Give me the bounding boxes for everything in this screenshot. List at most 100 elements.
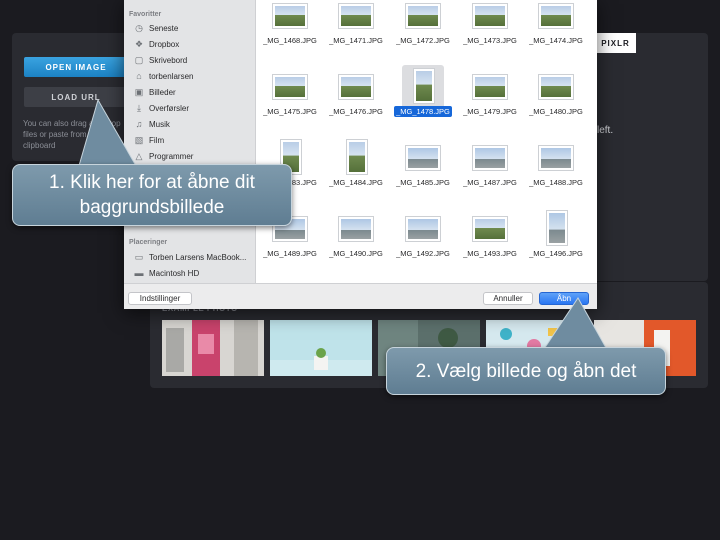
file-item[interactable]: _MG_1485.JPG	[390, 138, 456, 204]
file-name: _MG_1472.JPG	[390, 36, 456, 45]
file-item[interactable]: _MG_1474.JPG	[523, 0, 589, 62]
file-item[interactable]: _MG_1471.JPG	[323, 0, 389, 62]
sidebar-item-programmer[interactable]: △ Programmer	[134, 149, 194, 163]
clock-icon: ◷	[135, 22, 143, 33]
file-name: _MG_1471.JPG	[323, 36, 389, 45]
sidebar-item-macintosh-hd[interactable]: ▬ Macintosh HD	[134, 266, 200, 280]
file-item[interactable]: _MG_1493.JPG	[457, 209, 523, 275]
file-name: _MG_1496.JPG	[523, 249, 589, 258]
sidebar-item-overforsler[interactable]: ⤓ Overførsler	[134, 101, 189, 115]
sidebar-item-billeder[interactable]: ▣ Billeder	[134, 85, 176, 99]
file-name: _MG_1468.JPG	[257, 36, 323, 45]
file-item[interactable]: _MG_1472.JPG	[390, 0, 456, 62]
file-item[interactable]: _MG_1479.JPG	[457, 67, 523, 133]
file-name-text: _MG_1468.JPG	[263, 36, 317, 45]
file-thumbnail	[339, 75, 373, 99]
callout-step-1: 1. Klik her for at åbne dit baggrundsbil…	[12, 164, 292, 226]
load-url-button[interactable]: LOAD URL	[24, 87, 128, 107]
sidebar-item-label: Film	[149, 135, 165, 145]
laptop-icon: ▭	[134, 251, 144, 262]
sidebar-item-label: Torben Larsens MacBook...	[149, 252, 247, 262]
file-name: _MG_1493.JPG	[457, 249, 523, 258]
file-item[interactable]: _MG_1468.JPG	[257, 0, 323, 62]
example-thumb-2[interactable]	[270, 320, 372, 376]
sidebar-item-macbook[interactable]: ▭ Torben Larsens MacBook...	[134, 250, 247, 264]
favorites-heading: Favoritter	[129, 11, 162, 18]
sidebar-item-film[interactable]: ▧ Film	[134, 133, 164, 147]
file-item[interactable]: _MG_1487.JPG	[457, 138, 523, 204]
file-name-text: _MG_1471.JPG	[329, 36, 383, 45]
file-name: _MG_1485.JPG	[390, 178, 456, 187]
open-image-button[interactable]: OPEN IMAGE	[24, 57, 128, 77]
sidebar-item-dropbox[interactable]: ❖ Dropbox	[134, 37, 179, 51]
file-name-text: _MG_1489.JPG	[263, 249, 317, 258]
options-button[interactable]: Indstillinger	[128, 292, 192, 305]
file-thumbnail	[473, 217, 507, 241]
sidebar-item-musik[interactable]: ♫ Musik	[134, 117, 170, 131]
file-grid: _MG_1468.JPG _MG_1471.JPG _MG_1472.JPG _MG_…	[257, 0, 597, 283]
file-item[interactable]: _MG_1488.JPG	[523, 138, 589, 204]
file-thumbnail	[539, 4, 573, 28]
file-item[interactable]: _MG_1476.JPG	[323, 67, 389, 133]
cancel-button[interactable]: Annuller	[483, 292, 533, 305]
file-name: _MG_1492.JPG	[390, 249, 456, 258]
file-name: _MG_1488.JPG	[523, 178, 589, 187]
sidebar-item-label: Seneste	[149, 23, 179, 33]
sidebar-item-label: Dropbox	[149, 39, 180, 49]
file-thumbnail	[414, 69, 434, 103]
dialog-sidebar: Favoritter ◷ Seneste ❖ Dropbox ▢ Skriveb…	[124, 0, 256, 283]
file-item[interactable]: _MG_1484.JPG	[323, 138, 389, 204]
sidebar-item-label: Programmer	[149, 151, 194, 161]
photos-icon: ▣	[134, 86, 144, 97]
pixlr-right-panel	[590, 33, 708, 281]
file-thumbnail	[473, 4, 507, 28]
file-name-text: _MG_1475.JPG	[263, 107, 317, 116]
file-name: _MG_1487.JPG	[457, 178, 523, 187]
sidebar-item-home[interactable]: ⌂ torbenlarsen	[134, 69, 193, 83]
dropbox-icon: ❖	[134, 38, 144, 49]
file-item[interactable]: _MG_1492.JPG	[390, 209, 456, 275]
file-item[interactable]: _MG_1490.JPG	[323, 209, 389, 275]
file-thumbnail	[273, 75, 307, 99]
file-name-text: _MG_1476.JPG	[329, 107, 383, 116]
music-icon: ♫	[135, 119, 143, 129]
file-item[interactable]: _MG_1480.JPG	[523, 67, 589, 133]
file-item[interactable]: _MG_1496.JPG	[523, 209, 589, 275]
file-name-text: _MG_1484.JPG	[329, 178, 383, 187]
sidebar-item-label: Skrivebord	[149, 55, 188, 65]
file-item[interactable]: _MG_1473.JPG	[457, 0, 523, 62]
film-icon: ▧	[134, 134, 144, 145]
places-heading: Placeringer	[129, 239, 168, 246]
file-name-text: _MG_1488.JPG	[529, 178, 583, 187]
file-thumbnail	[539, 146, 573, 170]
file-name-text: _MG_1473.JPG	[463, 36, 517, 45]
file-name: _MG_1476.JPG	[323, 107, 389, 116]
file-name: _MG_1480.JPG	[523, 107, 589, 116]
sidebar-item-label: torbenlarsen	[149, 71, 194, 81]
file-thumbnail	[273, 4, 307, 28]
file-thumbnail	[347, 140, 367, 174]
apps-icon: △	[135, 150, 143, 161]
sidebar-item-seneste[interactable]: ◷ Seneste	[134, 21, 178, 35]
open-button[interactable]: Åbn	[539, 292, 589, 305]
file-thumbnail	[406, 146, 440, 170]
sidebar-item-label: Overførsler	[149, 103, 189, 113]
sidebar-item-skrivebord[interactable]: ▢ Skrivebord	[134, 53, 188, 67]
file-name: _MG_1484.JPG	[323, 178, 389, 187]
file-item[interactable]: _MG_1478.JPG	[390, 65, 456, 133]
download-icon: ⤓	[137, 102, 141, 113]
sidebar-item-label: Macintosh HD	[149, 268, 200, 278]
sidebar-item-label: Musik	[149, 119, 170, 129]
file-name: _MG_1490.JPG	[323, 249, 389, 258]
file-name-text: _MG_1487.JPG	[463, 178, 517, 187]
file-name-text: _MG_1492.JPG	[396, 249, 450, 258]
file-item[interactable]: _MG_1475.JPG	[257, 67, 323, 133]
example-thumb-1[interactable]	[162, 320, 264, 376]
disk-icon: ▬	[134, 268, 144, 278]
file-thumbnail	[339, 217, 373, 241]
callout-step-1-line-1: 1. Klik her for at åbne dit	[49, 172, 255, 193]
desktop-icon: ▢	[134, 54, 144, 65]
file-thumbnail	[539, 75, 573, 99]
file-name-text: _MG_1496.JPG	[529, 249, 583, 258]
file-thumbnail	[473, 75, 507, 99]
